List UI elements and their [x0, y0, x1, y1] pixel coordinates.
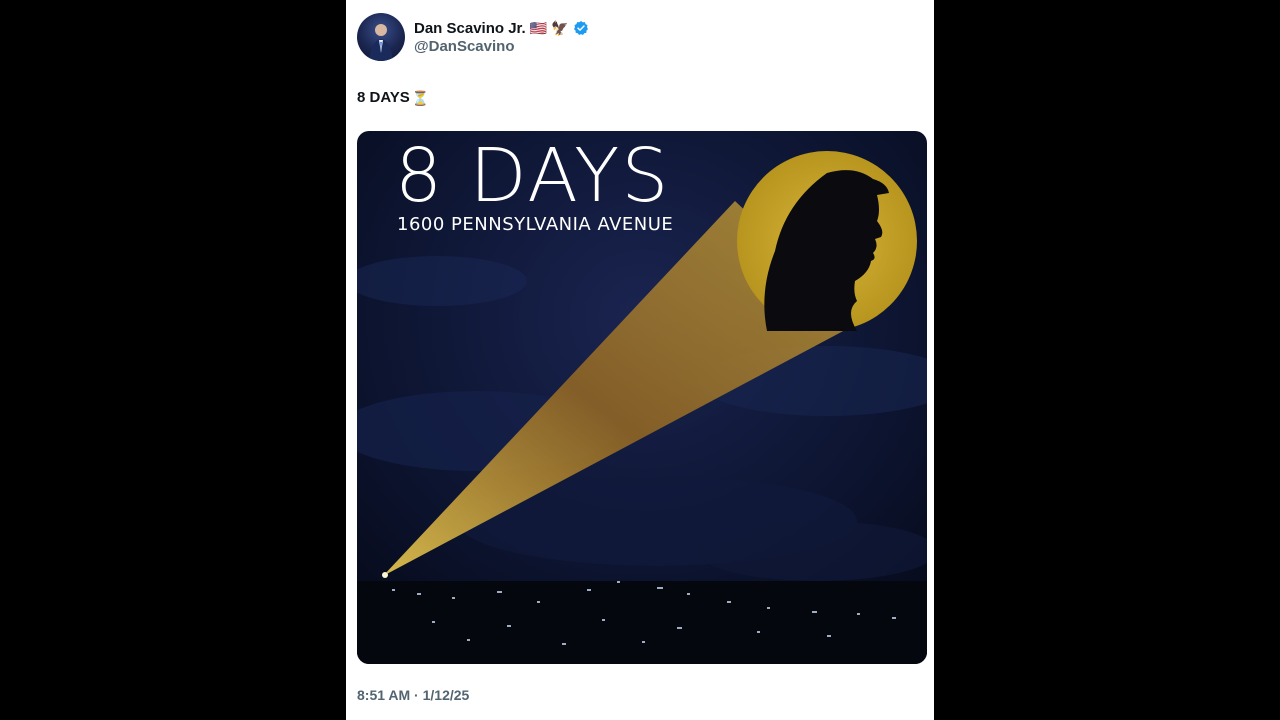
tweet-text-body: 8 DAYS — [357, 89, 410, 106]
verified-badge-icon[interactable] — [573, 20, 589, 36]
author-display-name[interactable]: Dan Scavino Jr. — [414, 20, 526, 37]
hourglass-emoji: ⏳ — [411, 89, 430, 106]
avatar[interactable] — [357, 13, 405, 61]
eagle-emoji: 🦅 — [551, 20, 569, 36]
author-handle[interactable]: @DanScavino — [414, 38, 515, 55]
tweet-timestamp[interactable]: 8:51 AM · 1/12/25 — [357, 687, 469, 703]
tweet-card: Dan Scavino Jr. 🇺🇸 🦅 @DanScavino 8 DAYS … — [346, 0, 934, 720]
tweet-text: 8 DAYS ⏳ — [357, 89, 429, 106]
author-name-row[interactable]: Dan Scavino Jr. 🇺🇸 🦅 — [414, 18, 589, 38]
tweet-media-image[interactable]: 8 DAYS 1600 PENNSYLVANIA AVENUE — [357, 131, 927, 664]
media-subtitle: 1600 PENNSYLVANIA AVENUE — [397, 214, 674, 235]
us-flag-emoji: 🇺🇸 — [529, 20, 548, 36]
media-title: 8 DAYS — [395, 133, 671, 219]
